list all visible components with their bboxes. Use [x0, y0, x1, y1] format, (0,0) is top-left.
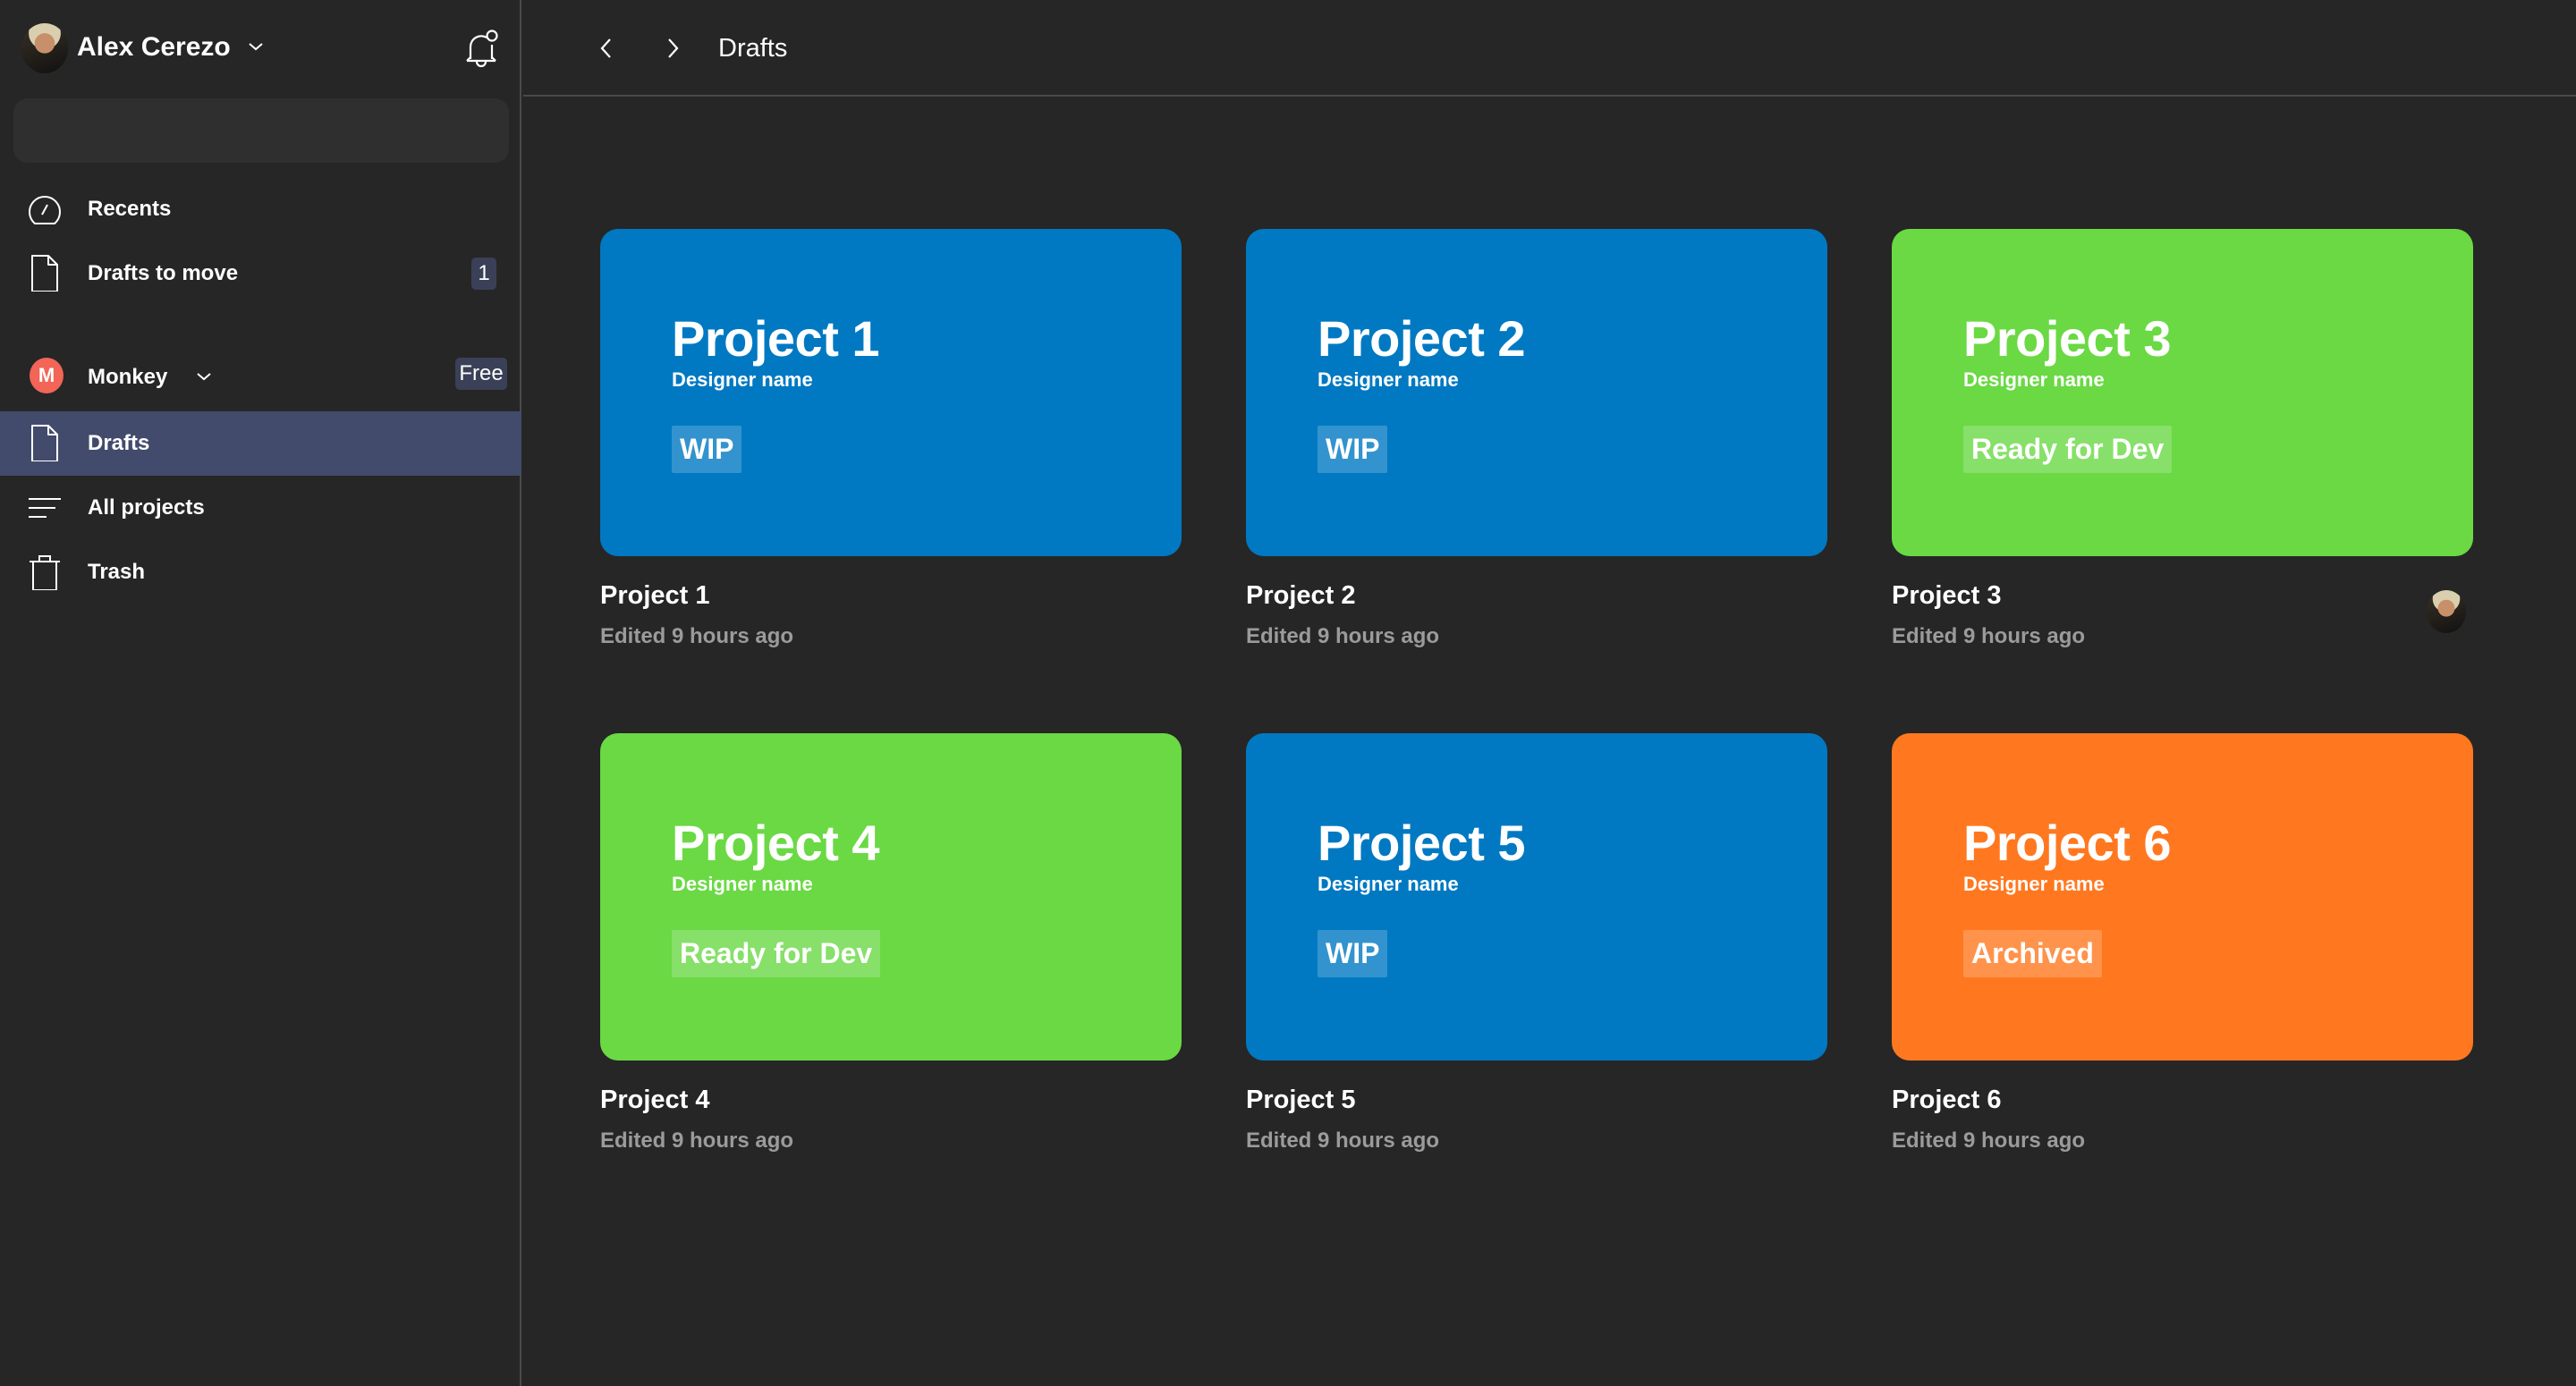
page-title: Drafts: [718, 34, 788, 63]
sidebar-item-all-projects[interactable]: All projects: [0, 476, 521, 540]
project-card[interactable]: Project 1 Designer name WIP: [600, 229, 1182, 556]
status-badge: Archived: [1963, 930, 2102, 977]
card-designer: Designer name: [672, 873, 813, 895]
sidebar-item-drafts-to-move[interactable]: Drafts to move 1: [0, 241, 521, 306]
card-designer: Designer name: [1963, 368, 2105, 391]
status-badge: Ready for Dev: [672, 930, 881, 977]
sidebar-item-label: Recents: [88, 197, 172, 221]
sidebar-item-label: Drafts: [88, 431, 150, 455]
project-card[interactable]: Project 5 Designer name WIP: [1246, 733, 1827, 1061]
header: Drafts: [523, 0, 2576, 97]
search-input[interactable]: [13, 98, 509, 163]
notification-bell-icon[interactable]: [463, 27, 499, 70]
project-card[interactable]: Project 2 Designer name WIP: [1246, 229, 1827, 556]
project-name[interactable]: Project 5: [1246, 1086, 1356, 1115]
file-icon: [31, 425, 58, 461]
status-badge: WIP: [672, 426, 742, 473]
chevron-right-icon[interactable]: [659, 34, 686, 63]
status-badge: WIP: [1318, 426, 1388, 473]
status-badge: WIP: [1318, 930, 1388, 977]
collaborator-avatar[interactable]: [2427, 590, 2466, 633]
project-name[interactable]: Project 4: [600, 1086, 710, 1115]
user-name[interactable]: Alex Cerezo: [77, 32, 231, 63]
sidebar-item-drafts[interactable]: Drafts: [0, 411, 521, 476]
chevron-down-icon[interactable]: [247, 39, 265, 54]
project-name[interactable]: Project 1: [600, 581, 710, 611]
edited-time: Edited 9 hours ago: [600, 624, 794, 648]
plan-badge: Free: [455, 358, 507, 390]
team-selector[interactable]: M Monkey Free: [0, 343, 521, 408]
project-card[interactable]: Project 4 Designer name Ready for Dev: [600, 733, 1182, 1061]
recents-gauge-icon: [29, 196, 61, 224]
sidebar-item-recents[interactable]: Recents: [0, 177, 521, 241]
team-name: Monkey: [88, 365, 168, 389]
main-content: Drafts Project 1 Designer name WIP Proje…: [523, 0, 2576, 1386]
edited-time: Edited 9 hours ago: [600, 1128, 794, 1153]
card-title: Project 6: [1963, 815, 2172, 871]
chevron-down-icon[interactable]: [195, 370, 213, 383]
project-name[interactable]: Project 2: [1246, 581, 1356, 611]
card-title: Project 1: [672, 310, 880, 367]
project-card[interactable]: Project 3 Designer name Ready for Dev: [1892, 229, 2473, 556]
list-icon: [29, 498, 61, 518]
edited-time: Edited 9 hours ago: [1246, 1128, 1440, 1153]
card-title: Project 5: [1318, 815, 1526, 871]
count-badge: 1: [471, 258, 496, 290]
status-badge: Ready for Dev: [1963, 426, 2173, 473]
card-title: Project 3: [1963, 310, 2172, 367]
user-avatar[interactable]: [21, 23, 68, 73]
project-card[interactable]: Project 6 Designer name Archived: [1892, 733, 2473, 1061]
card-designer: Designer name: [1963, 873, 2105, 895]
sidebar-item-label: Trash: [88, 560, 146, 584]
chevron-left-icon[interactable]: [593, 34, 620, 63]
edited-time: Edited 9 hours ago: [1892, 624, 2086, 648]
sidebar-item-label: Drafts to move: [88, 261, 239, 285]
edited-time: Edited 9 hours ago: [1892, 1128, 2086, 1153]
card-designer: Designer name: [672, 368, 813, 391]
file-icon: [31, 255, 58, 292]
card-designer: Designer name: [1318, 873, 1459, 895]
sidebar: Alex Cerezo Recents Drafts to move 1 M M…: [0, 0, 521, 1386]
user-menu[interactable]: Alex Cerezo: [0, 0, 521, 97]
edited-time: Edited 9 hours ago: [1246, 624, 1440, 648]
sidebar-item-trash[interactable]: Trash: [0, 540, 521, 604]
sidebar-item-label: All projects: [88, 495, 205, 520]
card-title: Project 4: [672, 815, 880, 871]
card-designer: Designer name: [1318, 368, 1459, 391]
project-name[interactable]: Project 3: [1892, 581, 2002, 611]
project-name[interactable]: Project 6: [1892, 1086, 2002, 1115]
trash-icon: [30, 555, 60, 590]
card-title: Project 2: [1318, 310, 1526, 367]
team-avatar: M: [30, 358, 64, 393]
